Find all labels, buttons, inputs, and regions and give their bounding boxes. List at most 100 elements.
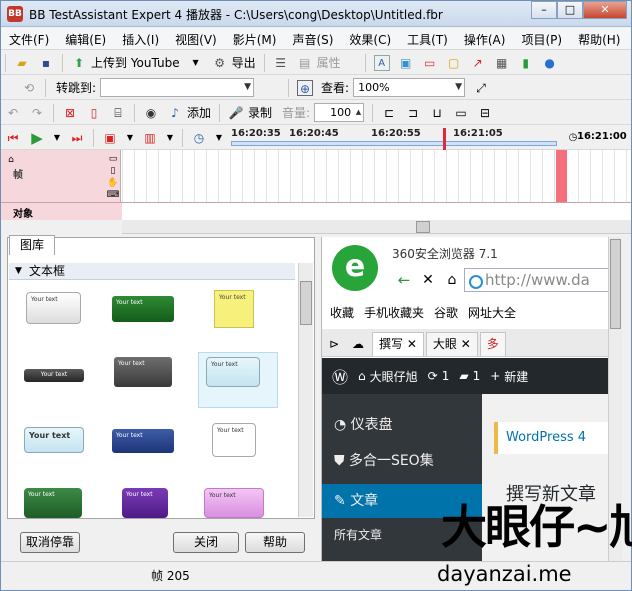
scrollbar-thumb[interactable] bbox=[300, 281, 312, 325]
clock-icon[interactable]: ◷ bbox=[191, 130, 207, 146]
scrollbar-thumb[interactable] bbox=[610, 239, 621, 329]
menu-movie[interactable]: 影片(M) bbox=[225, 28, 285, 49]
export-button[interactable]: 导出 bbox=[232, 54, 256, 71]
callout-item[interactable]: Your text bbox=[206, 357, 260, 387]
play-icon[interactable]: ▶ bbox=[29, 130, 45, 146]
chevron-down-icon[interactable]: ▼ bbox=[122, 130, 138, 146]
clip-end-icon[interactable]: ⊔ bbox=[429, 105, 445, 121]
tab-library[interactable]: 图库 bbox=[9, 235, 55, 255]
save-icon[interactable]: ▪ bbox=[38, 55, 54, 71]
upload-youtube-button[interactable]: 上传到 YouTube bbox=[91, 54, 180, 71]
playback-toolbar: ⏮ ▶ ▼ ⏭ ▣ ▼ ▥ ▼ ◷ ▼ 16:20:35 16:20:45 16… bbox=[1, 126, 631, 150]
clip-start-icon[interactable]: ⊏ bbox=[381, 105, 397, 121]
browser-address-row: ← ✕ ⌂ http://www.da bbox=[392, 267, 621, 293]
rectangle-tool-icon[interactable]: ▭ bbox=[422, 55, 438, 71]
skip-to-start-icon[interactable]: ⏮ bbox=[5, 130, 21, 146]
frame-view-icon[interactable]: ▣ bbox=[102, 130, 118, 146]
callout-text: Your text bbox=[126, 491, 153, 498]
menu-tools[interactable]: 工具(T) bbox=[399, 28, 456, 49]
callout-item[interactable]: Your text bbox=[26, 292, 81, 324]
insert-frame-icon[interactable]: ⌸ bbox=[110, 105, 126, 121]
callout-item[interactable]: Your text bbox=[214, 290, 254, 328]
playhead[interactable] bbox=[443, 128, 446, 150]
loop-icon[interactable]: ⟲ bbox=[21, 80, 37, 96]
timeline-progress-bar[interactable] bbox=[231, 141, 557, 146]
upload-arrow-icon[interactable]: ⬆ bbox=[71, 55, 87, 71]
undock-button[interactable]: 取消停靠 bbox=[20, 532, 80, 553]
add-sound-button[interactable]: 添加 bbox=[187, 104, 211, 121]
delete-frame-icon[interactable]: ▯ bbox=[86, 105, 102, 121]
library-section-header[interactable]: ▼ 文本框 bbox=[9, 263, 295, 280]
menu-help[interactable]: 帮助(H) bbox=[570, 28, 628, 49]
microphone-icon[interactable]: 🎤 bbox=[228, 105, 244, 121]
close-window-button[interactable]: ✕ bbox=[583, 1, 627, 19]
goto-combo[interactable]: ▼ bbox=[100, 78, 255, 97]
callout-item[interactable]: Your text bbox=[212, 423, 256, 457]
timeline-frames-grid[interactable] bbox=[122, 150, 631, 202]
audio-icon[interactable]: ◉ bbox=[143, 105, 159, 121]
current-frame-marker[interactable] bbox=[556, 150, 567, 202]
chevron-down-icon[interactable]: ▼ bbox=[162, 130, 178, 146]
properties-button[interactable]: 属性 bbox=[317, 54, 341, 71]
zoom-fit-icon[interactable]: ⊕ bbox=[297, 79, 314, 96]
volume-spinner[interactable]: 100 ▲ bbox=[314, 103, 365, 122]
list-icon[interactable]: ☰ bbox=[273, 55, 289, 71]
menu-actions[interactable]: 操作(A) bbox=[456, 28, 514, 49]
browser-tab: 大眼 ✕ bbox=[425, 332, 478, 356]
cut-frame-icon[interactable]: ⊠ bbox=[62, 105, 78, 121]
callout-item[interactable]: Your text bbox=[112, 296, 174, 322]
film-icon[interactable]: ▥ bbox=[142, 130, 158, 146]
menu-edit[interactable]: 编辑(E) bbox=[57, 28, 114, 49]
callout-item[interactable]: Your text bbox=[114, 357, 172, 387]
arrow-tool-icon[interactable]: ↗ bbox=[470, 55, 486, 71]
library-vertical-scrollbar[interactable] bbox=[298, 263, 313, 517]
chevron-down-icon[interactable]: ▼ bbox=[211, 130, 227, 146]
drop-tool-icon[interactable]: ● bbox=[542, 55, 558, 71]
clip-stretch-icon[interactable]: ▭ bbox=[453, 105, 469, 121]
close-button[interactable]: 关闭 bbox=[173, 532, 239, 553]
note-tool-icon[interactable]: ▢ bbox=[446, 55, 462, 71]
open-folder-icon[interactable]: ▰ bbox=[14, 55, 30, 71]
objects-track[interactable]: 对象 bbox=[1, 202, 631, 220]
callout-item[interactable]: Your text bbox=[204, 488, 264, 518]
help-button[interactable]: 帮助 bbox=[245, 532, 305, 553]
image-tool-icon[interactable]: ▣ bbox=[398, 55, 414, 71]
skip-to-end-icon[interactable]: ⏭ bbox=[69, 130, 85, 146]
clip-mid-icon[interactable]: ⊐ bbox=[405, 105, 421, 121]
record-button[interactable]: 录制 bbox=[248, 104, 272, 121]
timeline-ruler[interactable]: 16:20:35 16:20:45 16:20:55 16:21:05 bbox=[231, 126, 561, 150]
menu-bar: 文件(F) 编辑(E) 插入(I) 视图(V) 影片(M) 声音(S) 效果(C… bbox=[1, 28, 631, 50]
minimize-button[interactable]: – bbox=[531, 1, 557, 19]
timeline-horizontal-scrollbar[interactable] bbox=[122, 220, 631, 234]
menu-insert[interactable]: 插入(I) bbox=[114, 28, 167, 49]
menu-file[interactable]: 文件(F) bbox=[1, 28, 57, 49]
add-sound-icon[interactable]: ♪ bbox=[167, 105, 183, 121]
menu-view[interactable]: 视图(V) bbox=[167, 28, 225, 49]
properties-icon[interactable]: ▤ bbox=[297, 55, 313, 71]
menu-project[interactable]: 项目(P) bbox=[513, 28, 570, 49]
callout-item[interactable]: Your text bbox=[112, 429, 174, 453]
marker-tool-icon[interactable]: ▮ bbox=[518, 55, 534, 71]
menu-effects[interactable]: 效果(C) bbox=[341, 28, 399, 49]
fullscreen-icon[interactable]: ⤢ bbox=[473, 80, 489, 96]
clip-split-icon[interactable]: ⊟ bbox=[477, 105, 493, 121]
callout-item[interactable]: Your text bbox=[122, 488, 168, 518]
chevron-down-icon[interactable]: ▼ bbox=[188, 55, 204, 71]
callout-item[interactable]: Your text bbox=[24, 488, 82, 518]
callout-item[interactable]: Your text bbox=[24, 427, 84, 453]
blur-tool-icon[interactable]: ▦ bbox=[494, 55, 510, 71]
callout-item[interactable]: Your text bbox=[24, 369, 84, 382]
maximize-button[interactable]: □ bbox=[557, 1, 583, 19]
scrollbar-thumb[interactable] bbox=[416, 221, 430, 233]
chevron-down-icon[interactable]: ▼ bbox=[49, 130, 65, 146]
menu-sound[interactable]: 声音(S) bbox=[284, 28, 341, 49]
wp-sidebar-item-dashboard: ◔ 仪表盘 bbox=[334, 417, 393, 433]
text-tool-icon[interactable]: A bbox=[373, 54, 390, 71]
toolbar-separator bbox=[288, 78, 290, 97]
bookmark-item: 收藏 bbox=[330, 305, 355, 320]
zoom-combo[interactable]: 100% ▼ bbox=[353, 78, 466, 97]
export-icon[interactable]: ⚙ bbox=[212, 55, 228, 71]
objects-track-area[interactable] bbox=[122, 203, 631, 220]
redo-icon[interactable]: ↷ bbox=[29, 105, 45, 121]
undo-icon[interactable]: ↶ bbox=[5, 105, 21, 121]
